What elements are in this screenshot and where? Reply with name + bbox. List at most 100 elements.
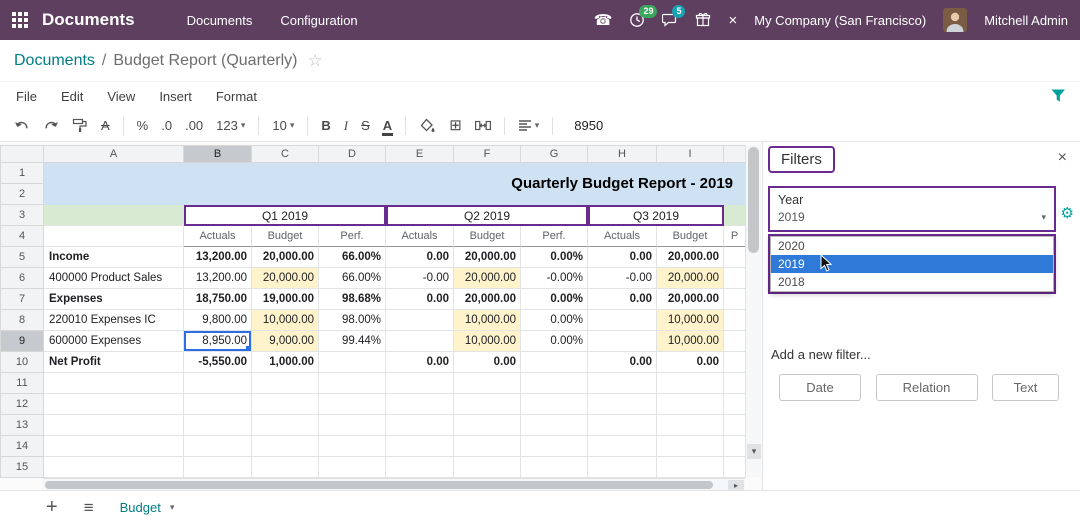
messages-icon[interactable]: 5: [662, 12, 678, 28]
close-icon[interactable]: ×: [728, 13, 737, 28]
filter-icon[interactable]: [1051, 89, 1066, 103]
cell[interactable]: 20,000.00: [657, 289, 724, 310]
paint-format-icon[interactable]: [72, 118, 88, 133]
cell[interactable]: [588, 436, 657, 457]
cell[interactable]: 20,000.00: [454, 289, 521, 310]
cell[interactable]: 9,800.00: [184, 310, 252, 331]
cell[interactable]: [252, 457, 319, 478]
column-header-C[interactable]: C: [252, 146, 319, 163]
cell[interactable]: 8,950.00: [184, 331, 252, 352]
year-option-2018[interactable]: 2018: [771, 273, 1053, 291]
row-header-10[interactable]: 10: [1, 352, 44, 373]
number-format-button[interactable]: 123 ▾: [216, 119, 245, 132]
scroll-down-icon[interactable]: ▾: [747, 444, 761, 459]
cell[interactable]: [386, 457, 454, 478]
cell[interactable]: 10,000.00: [657, 310, 724, 331]
formula-bar-value[interactable]: 8950: [574, 118, 603, 133]
column-header-D[interactable]: D: [319, 146, 386, 163]
cell[interactable]: 20,000.00: [454, 247, 521, 268]
undo-icon[interactable]: [14, 119, 30, 133]
cell[interactable]: [724, 457, 746, 478]
add-sheet-icon[interactable]: +: [46, 497, 58, 517]
cell[interactable]: [657, 394, 724, 415]
cell[interactable]: [724, 352, 746, 373]
cell[interactable]: 13,200.00: [184, 247, 252, 268]
menu-view[interactable]: View: [107, 89, 135, 104]
cell[interactable]: [454, 415, 521, 436]
cell[interactable]: 20,000.00: [657, 247, 724, 268]
cell[interactable]: [454, 436, 521, 457]
avatar[interactable]: [943, 8, 967, 32]
cell[interactable]: 9,000.00: [252, 331, 319, 352]
cell[interactable]: 20,000.00: [454, 268, 521, 289]
row-header-8[interactable]: 8: [1, 310, 44, 331]
cell[interactable]: [44, 394, 184, 415]
gift-icon[interactable]: [695, 12, 711, 28]
user-menu[interactable]: Mitchell Admin: [984, 13, 1068, 28]
subheader-cell[interactable]: Perf.: [319, 226, 386, 247]
cell[interactable]: 0.00: [657, 352, 724, 373]
cell[interactable]: [657, 457, 724, 478]
cell[interactable]: 600000 Expenses: [44, 331, 184, 352]
cell[interactable]: 1,000.00: [252, 352, 319, 373]
cell[interactable]: -5,550.00: [184, 352, 252, 373]
cell[interactable]: [319, 457, 386, 478]
year-option-2019[interactable]: 2019: [771, 255, 1053, 273]
cell[interactable]: 0.00%: [521, 247, 588, 268]
cell[interactable]: [319, 394, 386, 415]
row-header-7[interactable]: 7: [1, 289, 44, 310]
cell[interactable]: [521, 394, 588, 415]
subheader-cell[interactable]: Actuals: [588, 226, 657, 247]
column-header[interactable]: [724, 146, 746, 163]
quarter-header[interactable]: Q2 2019: [386, 205, 588, 226]
cell[interactable]: [521, 373, 588, 394]
row-header-5[interactable]: 5: [1, 247, 44, 268]
cell[interactable]: [319, 352, 386, 373]
cell[interactable]: 98.00%: [319, 310, 386, 331]
cell[interactable]: [44, 205, 184, 226]
borders-icon[interactable]: ⊞: [449, 118, 462, 133]
cell[interactable]: Income: [44, 247, 184, 268]
cell[interactable]: Expenses: [44, 289, 184, 310]
cell[interactable]: [724, 373, 746, 394]
cell[interactable]: 20,000.00: [252, 268, 319, 289]
cell[interactable]: [386, 415, 454, 436]
year-filter-select[interactable]: 2019 ▾: [778, 210, 1046, 224]
add-date-filter-button[interactable]: Date: [779, 374, 861, 401]
cell[interactable]: [588, 310, 657, 331]
vertical-scrollbar[interactable]: ▾: [745, 145, 761, 477]
cell[interactable]: [588, 331, 657, 352]
column-header-E[interactable]: E: [386, 146, 454, 163]
subheader-cell[interactable]: Actuals: [184, 226, 252, 247]
cell[interactable]: 400000 Product Sales: [44, 268, 184, 289]
cell[interactable]: [724, 331, 746, 352]
row-header-4[interactable]: 4: [1, 226, 44, 247]
increase-decimal-button[interactable]: .00: [185, 119, 203, 132]
cell[interactable]: 0.00: [386, 289, 454, 310]
cell[interactable]: [386, 373, 454, 394]
cell[interactable]: [588, 457, 657, 478]
menu-format[interactable]: Format: [216, 89, 257, 104]
column-header-B[interactable]: B: [184, 146, 252, 163]
cell[interactable]: [454, 457, 521, 478]
cell[interactable]: [521, 415, 588, 436]
cell[interactable]: Net Profit: [44, 352, 184, 373]
cell[interactable]: 20,000.00: [252, 247, 319, 268]
cell[interactable]: 0.00: [454, 352, 521, 373]
quarter-header[interactable]: Q3 2019: [588, 205, 724, 226]
horizontal-scrollbar[interactable]: ▸: [43, 478, 745, 490]
cell[interactable]: [724, 268, 746, 289]
quarter-header[interactable]: Q1 2019: [184, 205, 386, 226]
cell[interactable]: 0.00%: [521, 331, 588, 352]
cell[interactable]: [44, 373, 184, 394]
cell[interactable]: [521, 352, 588, 373]
cell[interactable]: 0.00: [386, 352, 454, 373]
cell[interactable]: [252, 415, 319, 436]
font-size-selector[interactable]: 10 ▾: [272, 119, 294, 132]
cell[interactable]: 10,000.00: [454, 331, 521, 352]
cell[interactable]: [184, 394, 252, 415]
italic-button[interactable]: I: [344, 119, 348, 132]
row-header-15[interactable]: 15: [1, 457, 44, 478]
menu-file[interactable]: File: [16, 89, 37, 104]
cell[interactable]: [319, 373, 386, 394]
